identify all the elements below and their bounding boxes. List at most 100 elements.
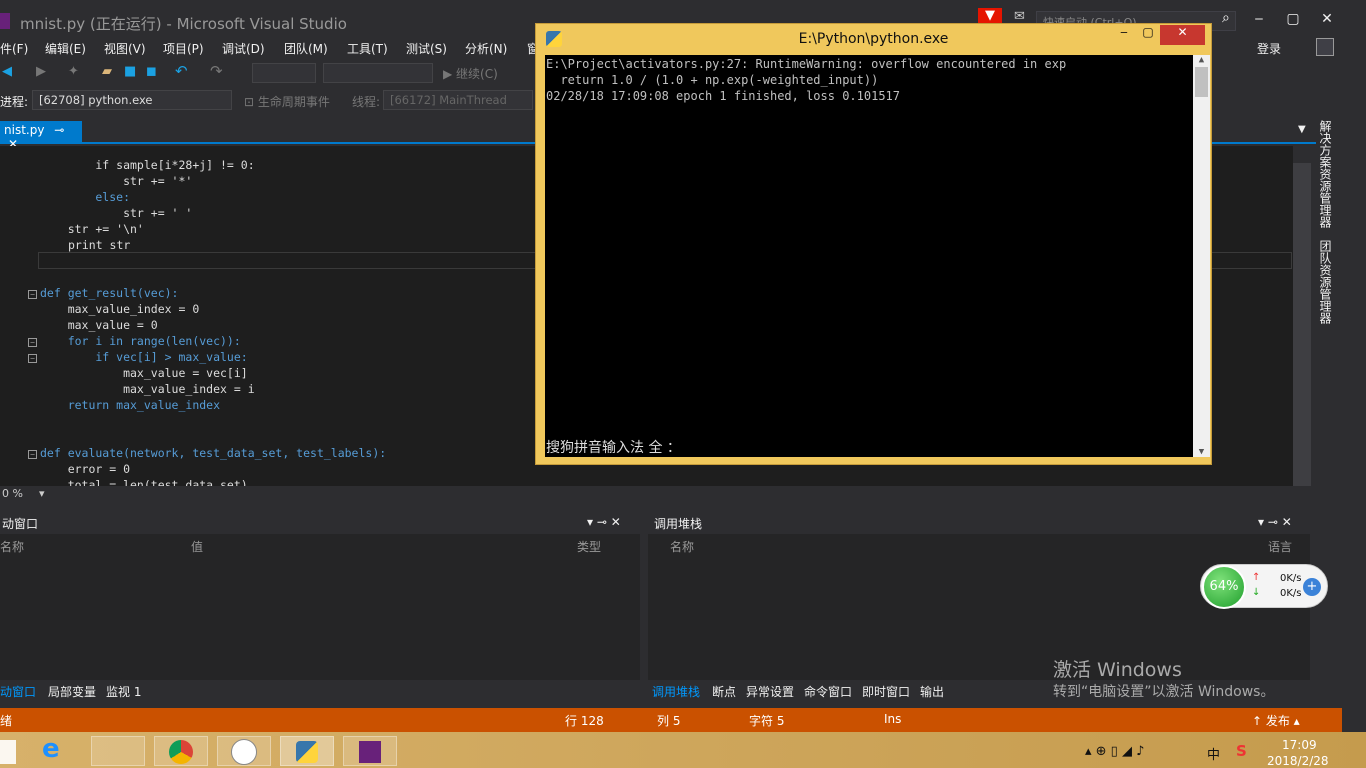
scroll-up-icon[interactable]: ▲ [1193,55,1210,65]
python-console-window[interactable]: E:\Python\python.exe ‒ ▢ ✕ E:\Project\ac… [535,23,1212,465]
menu-edit[interactable]: 编辑(E) [45,40,86,57]
widget-plus-icon[interactable]: + [1303,578,1321,596]
process-dropdown[interactable]: [62708] python.exe [32,90,232,110]
ime-indicator[interactable]: 中 [1207,744,1220,763]
tab-overflow-icon[interactable]: ▼ [1298,124,1306,135]
search-icon[interactable]: ⌕ [1222,10,1230,26]
console-maximize-button[interactable]: ▢ [1136,25,1160,45]
console-close-button[interactable]: ✕ [1160,25,1205,45]
chevron-down-icon: ▾ [38,487,45,500]
close-button[interactable]: ✕ [1312,8,1342,30]
tab-breakpoints[interactable]: 断点 [712,683,736,700]
status-column: 列 5 [657,714,681,728]
thread-dropdown[interactable]: [66172] MainThread [383,90,533,110]
code-line: else: [40,190,131,204]
start-icon[interactable] [0,740,16,764]
redo-icon[interactable]: ↷ [210,62,223,80]
save-icon[interactable]: ■ [124,64,136,79]
vs-logo-mark [359,741,381,763]
back-icon[interactable]: ◀ [2,64,12,79]
fold-toggle[interactable]: − [28,354,37,363]
right-pane-tabs: 调用堆栈 断点 异常设置 命令窗口 即时窗口 输出 [648,680,1048,702]
pane-menu-icon[interactable]: ▾ ⊸ ✕ [587,515,621,529]
tray-icons[interactable]: ▴ ⊕ ▯ ◢ ♪ [1085,744,1144,759]
code-line: max_value_index = 0 [40,302,200,316]
file-explorer-icon[interactable] [91,736,145,766]
chrome-icon[interactable] [154,736,208,766]
tab-exception-settings[interactable]: 异常设置 [746,683,794,700]
status-bar: 绪 行 128 列 5 字符 5 Ins ↑ 发布 ▴ [0,708,1342,732]
publish-button[interactable]: ↑ 发布 ▴ [1252,712,1300,729]
col-type[interactable]: 类型 [577,538,601,555]
tab-autos[interactable]: 动窗口 [0,683,36,700]
clock-date[interactable]: 2018/2/28 [1267,754,1329,768]
continue-button[interactable]: ▶ 继续(C) [443,65,498,82]
menu-view[interactable]: 视图(V) [104,40,146,57]
team-explorer-tab[interactable]: 团队资源管理器 [1318,240,1334,324]
open-file-icon[interactable]: ▰ [102,64,112,79]
fold-toggle[interactable]: − [28,290,37,299]
col-language[interactable]: 语言 [1268,538,1292,555]
tab-locals[interactable]: 局部变量 [48,683,96,700]
menu-debug[interactable]: 调试(D) [222,40,265,57]
solution-explorer-tab[interactable]: 解决方案资源管理器 [1318,120,1334,228]
save-all-icon[interactable]: ◼ [146,64,157,79]
call-stack-column-header: 名称 语言 [648,534,1310,556]
tab-call-stack[interactable]: 调用堆栈 [652,683,700,700]
autos-column-header: 名称 值 类型 [0,534,640,556]
code-line: for i in range(len(vec)): [40,334,241,348]
call-stack-header: 调用堆栈 ▾ ⊸ ✕ [648,512,1310,534]
python-icon[interactable] [280,736,334,766]
lifecycle-events-button[interactable]: ⊡ 生命周期事件 [244,93,330,110]
col-name[interactable]: 名称 [0,538,24,555]
tab-mnist-py[interactable]: nist.py ⊸ ✕ [0,121,82,151]
login-link[interactable]: 登录 [1257,40,1281,57]
thread-label: 线程: [352,95,381,109]
editor-vertical-scrollbar[interactable] [1293,163,1311,486]
lifecycle-label: 生命周期事件 [257,95,330,109]
console-output[interactable]: E:\Project\activators.py:27: RuntimeWarn… [545,55,1210,457]
menu-project[interactable]: 项目(P) [163,40,204,57]
menu-file[interactable]: 件(F) [0,40,28,57]
pane-menu-icon[interactable]: ▾ ⊸ ✕ [1258,515,1292,529]
platform-dropdown[interactable] [323,63,433,83]
scroll-down-icon[interactable]: ▼ [1193,447,1210,457]
fold-toggle[interactable]: − [28,450,37,459]
memory-percent[interactable]: 64% [1202,565,1246,609]
forward-icon[interactable]: ▶ [36,64,46,79]
console-minimize-button[interactable]: ‒ [1112,25,1136,45]
clock-time[interactable]: 17:09 [1282,738,1317,752]
console-title: E:\Python\python.exe [798,31,949,47]
menu-team[interactable]: 团队(M) [284,40,328,57]
tab-command-window[interactable]: 命令窗口 [804,683,852,700]
col-name[interactable]: 名称 [670,538,694,555]
menu-tools[interactable]: 工具(T) [347,40,388,57]
menu-analyze[interactable]: 分析(N) [465,40,507,57]
tab-watch1[interactable]: 监视 1 [106,683,141,700]
menu-test[interactable]: 测试(S) [406,40,447,57]
minimize-button[interactable]: ‒ [1244,8,1274,30]
activate-windows-text: 转到“电脑设置”以激活 Windows。 [1053,684,1275,700]
tab-immediate-window[interactable]: 即时窗口 [862,683,910,700]
autos-pane-header: 动窗口 ▾ ⊸ ✕ [0,512,640,534]
maximize-button[interactable]: ▢ [1278,8,1308,30]
pin-icon[interactable]: ⊸ [54,123,64,137]
code-line: return max_value_index [40,398,221,412]
account-icon[interactable] [1316,38,1334,56]
autos-pane-title: 动窗口 [2,517,39,531]
avatar-app-icon[interactable] [217,736,271,766]
undo-icon[interactable]: ↶ [175,62,188,80]
console-scrollbar[interactable]: ▲ ▼ [1193,55,1210,457]
col-value[interactable]: 值 [191,538,203,555]
new-project-icon[interactable]: ✦ [68,64,79,79]
feedback-icon[interactable]: ✉ [1014,9,1025,24]
fold-toggle[interactable]: − [28,338,37,347]
ie-icon[interactable]: e [42,734,60,764]
scroll-thumb[interactable] [1195,67,1208,97]
left-pane-tabs: 动窗口 局部变量 监视 1 [0,680,640,702]
zoom-level[interactable]: 0 % ▾ [0,486,1293,503]
visual-studio-icon[interactable] [343,736,397,766]
tab-output[interactable]: 输出 [920,683,944,700]
config-dropdown[interactable] [252,63,316,83]
sogou-icon[interactable]: S [1236,742,1247,760]
